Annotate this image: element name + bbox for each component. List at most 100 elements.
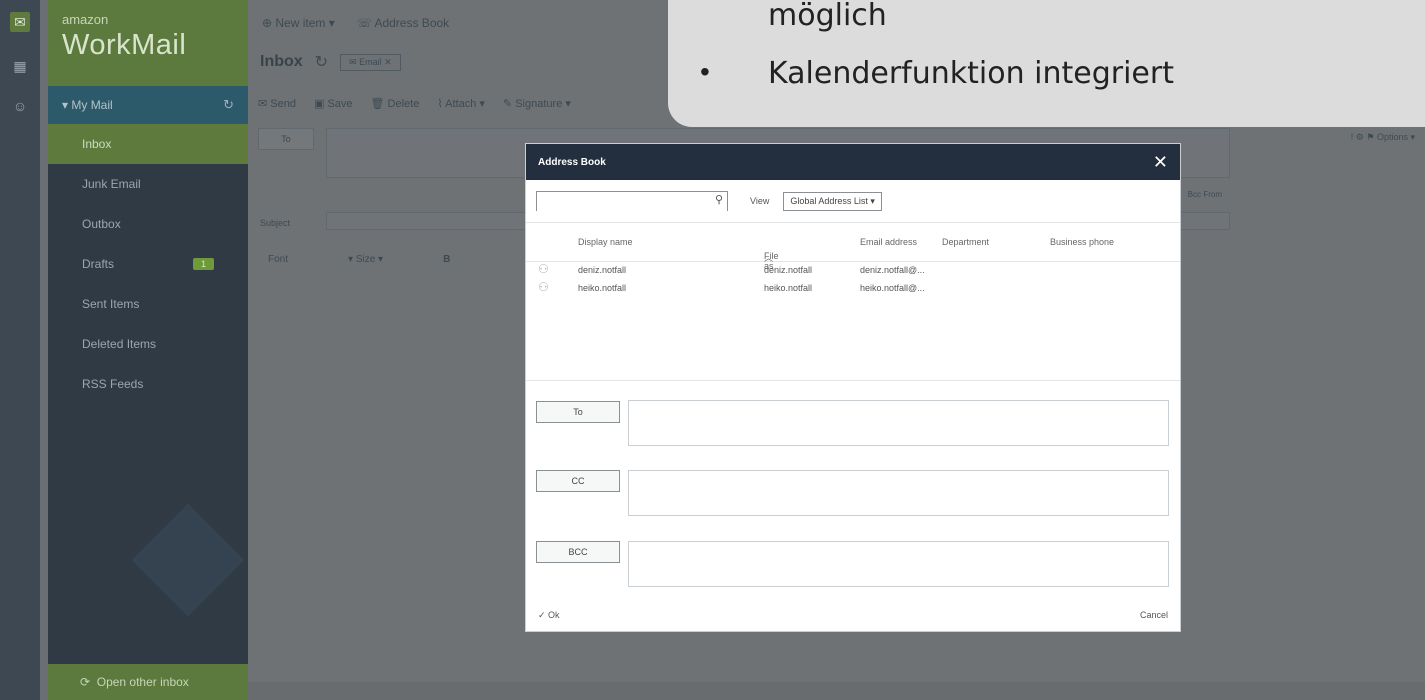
view-value: Global Address List [790, 195, 868, 206]
slide-line-2: Kalenderfunktion integriert [768, 56, 1174, 91]
cell-email: heiko.notfall@... [860, 283, 925, 293]
column-header: Display name File as ︿ Email address Dep… [526, 222, 1180, 271]
my-mail-section[interactable]: ▾ My Mail ↻ [48, 86, 248, 124]
to-recipient-field[interactable] [628, 400, 1169, 446]
slide-line-1: möglich [768, 0, 887, 33]
folder-sent[interactable]: Sent Items [48, 284, 248, 324]
footer-label: Open other inbox [96, 675, 189, 689]
ok-button[interactable]: ✓ Ok [538, 610, 560, 621]
status-bar [248, 682, 1425, 700]
drafts-count-badge: 1 [192, 258, 214, 270]
search-row: ⚲ View Global Address List ▾ [536, 190, 1170, 212]
tab-inbox[interactable]: Inbox [260, 53, 303, 71]
cell-display: heiko.notfall [578, 283, 627, 293]
divider [526, 380, 1180, 381]
tab-email[interactable]: ✉ Email ✕ [340, 53, 401, 71]
send-label: Send [270, 97, 296, 110]
brand: amazon WorkMail [48, 0, 248, 86]
slide-overlay: möglich • Kalenderfunktion integriert [668, 0, 1425, 127]
folder-drafts[interactable]: Drafts 1 [48, 244, 248, 284]
folder-junk[interactable]: Junk Email [48, 164, 248, 204]
subject-label: Subject [260, 218, 291, 228]
size-select[interactable]: ▾ Size ▾ [348, 254, 383, 265]
dialog-footer: ✓ Ok Cancel [538, 610, 1168, 621]
address-book-button[interactable]: ☏ Address Book [357, 16, 449, 30]
refresh-icon[interactable]: ↻ [315, 52, 328, 72]
cc-recipient-button[interactable]: CC [536, 470, 620, 492]
brand-small: amazon [62, 12, 109, 27]
table-row[interactable]: ⚇ heiko.notfall heiko.notfall heiko.notf… [526, 280, 1180, 298]
bullet-icon: • [700, 56, 710, 87]
app-rail: ✉ ▦ ☺ [0, 0, 40, 700]
folder-outbox[interactable]: Outbox [48, 204, 248, 244]
folder-label: Sent Items [82, 297, 140, 311]
save-button[interactable]: ▣ Save [314, 97, 353, 110]
to-recipient-button[interactable]: To [536, 401, 620, 423]
view-label: View [750, 196, 770, 206]
brand-title: WorkMail [62, 29, 187, 61]
search-icon[interactable]: ⚲ [715, 193, 723, 206]
search-box: ⚲ [536, 191, 728, 212]
cancel-button[interactable]: Cancel [1140, 610, 1168, 621]
cell-file-as: heiko.notfall [764, 283, 813, 293]
mail-icon[interactable]: ✉ [10, 12, 30, 32]
signature-button[interactable]: ✎ Signature ▾ [503, 97, 571, 110]
decorative-shape [131, 503, 245, 617]
folder-label: Drafts [82, 257, 115, 271]
search-input[interactable] [537, 193, 727, 212]
col-display-name[interactable]: Display name [578, 237, 633, 247]
calendar-icon[interactable]: ▦ [10, 56, 30, 76]
bcc-from-links[interactable]: Bcc From [1188, 190, 1222, 199]
col-email[interactable]: Email address [860, 237, 917, 247]
delete-label: Delete [387, 97, 420, 110]
save-label: Save [327, 97, 353, 110]
bcc-recipient-button[interactable]: BCC [536, 541, 620, 563]
signature-label: Signature [515, 97, 563, 110]
options-area[interactable]: ! ⚙ ⚑ Options ▾ [1351, 132, 1415, 143]
new-item-button[interactable]: ⊕ New item ▾ [262, 16, 335, 30]
cell-email: deniz.notfall@... [860, 265, 925, 275]
address-book-dialog: Address Book ✕ ⚲ View Global Address Lis… [525, 143, 1181, 632]
folder-label: Outbox [82, 217, 121, 231]
folder-deleted[interactable]: Deleted Items [48, 324, 248, 364]
cc-recipient-field[interactable] [628, 470, 1169, 516]
send-button[interactable]: ✉ Send [258, 97, 296, 110]
font-select[interactable]: Font [268, 254, 288, 265]
address-book-label: Address Book [374, 16, 450, 30]
entry-list: ⚇ deniz.notfall deniz.notfall deniz.notf… [526, 262, 1180, 298]
sidebar: amazon WorkMail ▾ My Mail ↻ Inbox Junk E… [48, 0, 248, 700]
bold-button[interactable]: B [443, 254, 450, 265]
attach-label: Attach [445, 97, 477, 110]
table-row[interactable]: ⚇ deniz.notfall deniz.notfall deniz.notf… [526, 262, 1180, 280]
person-icon: ⚇ [538, 262, 549, 276]
delete-button[interactable]: 🗑 Delete [371, 97, 420, 110]
col-business-phone[interactable]: Business phone [1050, 237, 1114, 247]
open-other-inbox-button[interactable]: ⟳ Open other inbox [48, 664, 248, 700]
view-select[interactable]: Global Address List ▾ [783, 191, 882, 211]
folder-rss[interactable]: RSS Feeds [48, 364, 248, 404]
dialog-title: Address Book [538, 156, 606, 168]
importance-icon[interactable]: ! ⚙ ⚑ [1351, 132, 1375, 142]
bcc-recipient-field[interactable] [628, 541, 1169, 587]
person-icon: ⚇ [538, 280, 549, 294]
size-label: Size [355, 253, 376, 265]
col-department[interactable]: Department [942, 237, 989, 247]
ok-label: Ok [548, 610, 560, 620]
attach-button[interactable]: ⌇ Attach ▾ [437, 97, 485, 110]
folder-label: Deleted Items [82, 337, 157, 351]
contacts-icon[interactable]: ☺ [10, 96, 30, 116]
refresh-icon[interactable]: ↻ [223, 97, 234, 113]
dialog-header: Address Book ✕ [526, 144, 1180, 180]
options-label: Options [1376, 132, 1408, 142]
arrow-icon: ⟳ [80, 675, 97, 689]
cell-display: deniz.notfall [578, 265, 627, 275]
folder-label: Junk Email [82, 177, 141, 191]
close-icon[interactable]: ✕ [1153, 152, 1168, 173]
folder-label: Inbox [82, 137, 112, 151]
cell-file-as: deniz.notfall [764, 265, 813, 275]
section-label: My Mail [71, 98, 113, 112]
folder-inbox[interactable]: Inbox [48, 124, 248, 164]
to-button[interactable]: To [258, 128, 314, 150]
folder-label: RSS Feeds [82, 377, 144, 391]
new-item-label: New item [275, 16, 326, 30]
